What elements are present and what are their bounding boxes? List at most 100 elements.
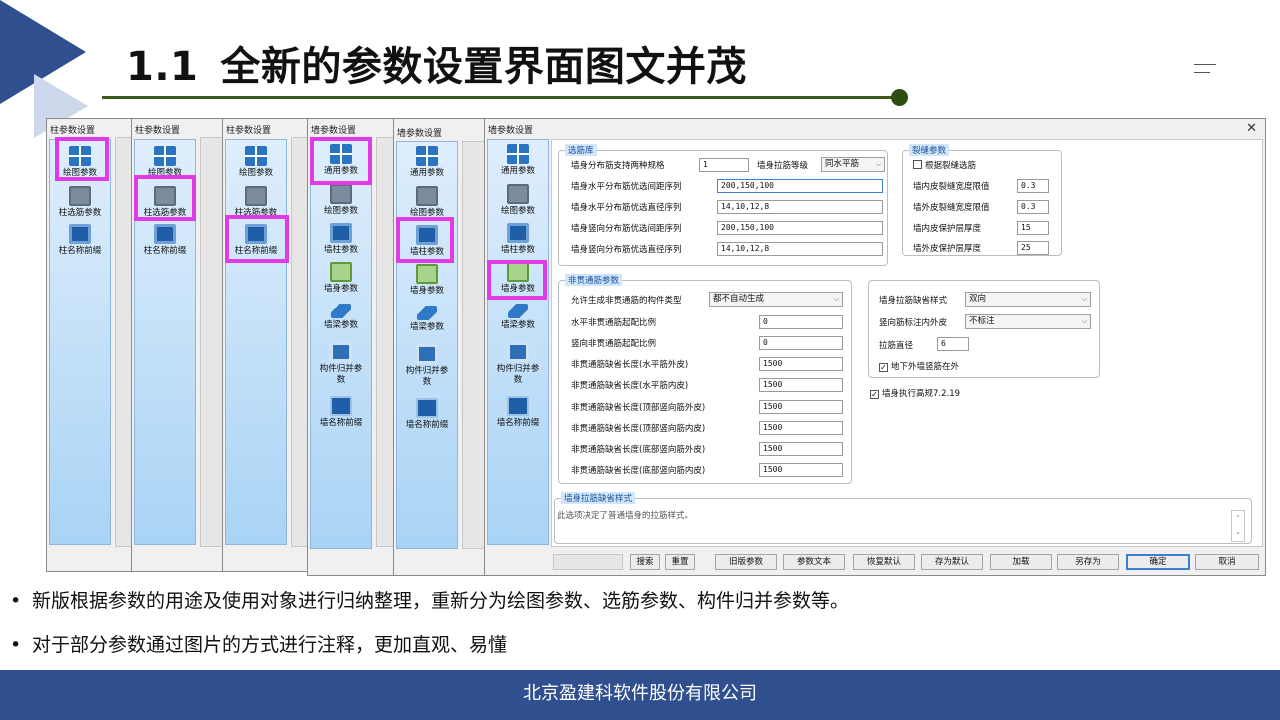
cover-outer-input[interactable]: 25 xyxy=(1017,241,1049,255)
length-input[interactable]: 1500 xyxy=(759,357,843,371)
sidebar-item-wall-body[interactable]: 墙身参数 xyxy=(397,264,457,297)
footer-company: 北京盈建科软件股份有限公司 xyxy=(0,670,1280,720)
params-text-button[interactable]: 参数文本 xyxy=(783,554,845,570)
length-input[interactable]: 1500 xyxy=(759,400,843,414)
doc-icon xyxy=(154,224,176,244)
beam-icon xyxy=(331,304,351,318)
mark-select[interactable]: 不标注 ⌵ xyxy=(965,314,1091,329)
grid-icon xyxy=(416,146,438,166)
sidebar-item-draw-params[interactable]: 绘图参数 xyxy=(488,184,548,217)
sidebar-item-draw-params[interactable]: 绘图参数 xyxy=(311,184,371,217)
crack-inner-input[interactable]: 0.3 xyxy=(1017,179,1049,193)
h-ratio-input[interactable]: 0 xyxy=(759,315,843,329)
sidebar-item-wall-beam[interactable]: 墙梁参数 xyxy=(311,304,371,331)
field-label: 竖向非贯通筋起配比例 xyxy=(571,339,657,349)
sidebar-item-merge-params[interactable]: 构件归并参数 xyxy=(311,342,371,386)
sidebar-item-merge-params[interactable]: 构件归并参数 xyxy=(397,344,457,388)
sidebar-item-column-prefix[interactable]: 柱名称前缀 xyxy=(135,224,195,257)
description-text: 此选项决定了普通墙身的拉筋样式。 xyxy=(557,511,694,521)
crack-select-checkbox[interactable]: 根据裂缝选筋 xyxy=(913,159,976,171)
doc-icon xyxy=(69,224,91,244)
field-label: 非贯通筋缺省长度(顶部竖向筋外皮) xyxy=(571,403,706,413)
v-spacing-input[interactable]: 200,150,100 xyxy=(717,221,883,235)
v-ratio-input[interactable]: 0 xyxy=(759,336,843,350)
list-icon xyxy=(507,342,529,362)
sidebar-item-column-rebar[interactable]: 柱选筋参数 xyxy=(50,186,110,219)
ok-button[interactable]: 确定 xyxy=(1126,554,1190,570)
save-default-button[interactable]: 存为默认 xyxy=(921,554,983,570)
list-icon xyxy=(416,344,438,364)
params-panel: 选筋库 墙身分布筋支持两种规格 1 墙身拉筋等级 同水平筋 ⌵ 墙身水平分布筋优选… xyxy=(551,139,1263,547)
beam-icon xyxy=(508,304,528,318)
name-icon xyxy=(416,398,438,418)
cover-inner-input[interactable]: 15 xyxy=(1017,221,1049,235)
highlight-box xyxy=(487,260,547,300)
list-icon xyxy=(330,342,352,362)
length-input[interactable]: 1500 xyxy=(759,378,843,392)
load-button[interactable]: 加载 xyxy=(990,554,1052,570)
save-as-button[interactable]: 另存为 xyxy=(1057,554,1119,570)
sidebar-item-common-params[interactable]: 通用参数 xyxy=(397,146,457,179)
reset-button[interactable]: 重置 xyxy=(665,554,695,570)
search-button[interactable]: 搜索 xyxy=(630,554,660,570)
length-input[interactable]: 1500 xyxy=(759,421,843,435)
close-icon[interactable]: ✕ xyxy=(1246,121,1257,136)
dialog-title: 墙参数设置 xyxy=(488,126,534,136)
tie-style-select[interactable]: 双向 ⌵ xyxy=(965,292,1091,307)
grid-icon xyxy=(245,146,267,166)
group-crack-params: 裂缝参数 根据裂缝选筋 墙内皮裂缝宽度限值 0.3 墙外皮裂缝宽度限值 0.3 … xyxy=(902,144,1062,256)
tie-grade-select[interactable]: 同水平筋 ⌵ xyxy=(821,157,885,172)
h-diameter-input[interactable]: 14,10,12,8 xyxy=(717,200,883,214)
v-diameter-input[interactable]: 14,10,12,8 xyxy=(717,242,883,256)
field-label: 水平非贯通筋起配比例 xyxy=(571,318,657,328)
title-underline xyxy=(102,96,898,99)
sidebar-item-wall-body[interactable]: 墙身参数 xyxy=(311,262,371,295)
sidebar-item-wall-prefix[interactable]: 墙名称前缀 xyxy=(311,396,371,429)
scrollbar[interactable]: ⌃ ⌄ xyxy=(1231,510,1245,542)
restore-default-button[interactable]: 恢复默认 xyxy=(853,554,915,570)
sidebar-item-merge-params[interactable]: 构件归并参数 xyxy=(488,342,548,386)
field-label: 墙身水平分布筋优选直径序列 xyxy=(571,203,682,213)
highlight-box xyxy=(55,137,109,181)
sidebar-item-wall-beam[interactable]: 墙梁参数 xyxy=(397,306,457,333)
old-params-button[interactable]: 旧版参数 xyxy=(715,554,777,570)
search-box[interactable] xyxy=(553,554,623,570)
sidebar-item-wall-prefix[interactable]: 墙名称前缀 xyxy=(488,396,548,429)
highlight-box xyxy=(310,137,372,185)
length-input[interactable]: 1500 xyxy=(759,442,843,456)
tie-diameter-input[interactable]: 6 xyxy=(937,337,969,351)
name-icon xyxy=(330,396,352,416)
cancel-button[interactable]: 取消 xyxy=(1195,554,1259,570)
sidebar-item-wall-prefix[interactable]: 墙名称前缀 xyxy=(397,398,457,431)
sidebar-item-wall-column[interactable]: 墙柱参数 xyxy=(488,223,548,256)
chevron-down-icon: ⌵ xyxy=(1081,295,1087,303)
title-underline-dot xyxy=(891,89,908,106)
doc-icon xyxy=(507,223,529,243)
member-type-select[interactable]: 都不自动生成 ⌵ xyxy=(709,292,843,307)
h-spacing-input[interactable]: 200,150,100 xyxy=(717,179,883,193)
dialog-title: 柱参数设置 xyxy=(50,126,96,136)
field-label: 墙身分布筋支持两种规格 xyxy=(571,161,665,171)
sidebar-item-wall-column[interactable]: 墙柱参数 xyxy=(311,223,371,256)
sidebar-item-draw-params[interactable]: 绘图参数 xyxy=(397,186,457,219)
spec-input[interactable]: 1 xyxy=(699,158,749,172)
field-label: 拉筋直径 xyxy=(879,341,914,351)
bar-icon xyxy=(245,186,267,206)
code-checkbox[interactable]: ✓ 墙身执行高规7.2.19 xyxy=(870,387,960,399)
sidebar-item-draw-params[interactable]: 绘图参数 xyxy=(226,146,286,179)
title-number: 1.1 xyxy=(126,44,199,90)
field-label: 墙身竖向分布筋优选间距序列 xyxy=(571,224,682,234)
length-input[interactable]: 1500 xyxy=(759,463,843,477)
field-label: 墙身水平分布筋优选间距序列 xyxy=(571,182,682,192)
title-text: 全新的参数设置界面图文并茂 xyxy=(220,44,747,90)
basement-checkbox[interactable]: ✓ 地下外墙竖筋在外 xyxy=(879,360,959,372)
field-label: 墙外皮裂缝宽度限值 xyxy=(913,203,990,213)
dialog-title: 墙参数设置 xyxy=(311,126,357,136)
field-label: 非贯通筋缺省长度(底部竖向筋内皮) xyxy=(571,466,706,476)
sidebar-item-wall-beam[interactable]: 墙梁参数 xyxy=(488,304,548,331)
sidebar-item-common-params[interactable]: 通用参数 xyxy=(488,144,548,177)
sidebar-item-column-prefix[interactable]: 柱名称前缀 xyxy=(50,224,110,257)
grid-icon xyxy=(507,144,529,164)
page-title: 1.1 全新的参数设置界面图文并茂 xyxy=(126,34,747,92)
crack-outer-input[interactable]: 0.3 xyxy=(1017,200,1049,214)
